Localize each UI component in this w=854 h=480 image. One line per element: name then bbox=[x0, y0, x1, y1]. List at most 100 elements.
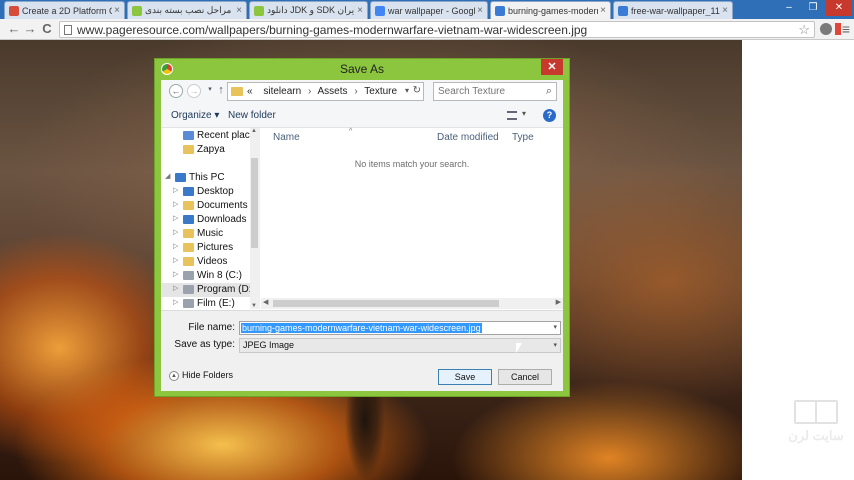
nav-item[interactable]: Recent places bbox=[161, 129, 257, 143]
scroll-right-icon[interactable]: ▶ bbox=[556, 298, 561, 306]
expand-arrow-icon[interactable]: ▷ bbox=[173, 228, 178, 236]
breadcrumb-separator[interactable]: › bbox=[308, 86, 311, 97]
expand-arrow-icon[interactable]: ▷ bbox=[173, 284, 178, 292]
save-type-dropdown-icon[interactable]: ▾ bbox=[553, 341, 557, 349]
file-list[interactable]: Name ^ Date modified Type No items match… bbox=[261, 128, 563, 298]
breadcrumb-assets[interactable]: Assets bbox=[318, 86, 348, 97]
tab-title[interactable]: دانلود JDK و SDK برای ایران bbox=[267, 5, 355, 16]
menu-icon[interactable]: ≡ bbox=[838, 21, 854, 37]
browser-tab[interactable]: burning-games-modernw × bbox=[490, 1, 611, 19]
nav-item-label[interactable]: Documents bbox=[197, 200, 248, 211]
save-type-select[interactable]: JPEG Image ▾ bbox=[239, 338, 561, 353]
nav-item-label[interactable]: This PC bbox=[189, 172, 225, 183]
address-url[interactable]: www.pageresource.com/wallpapers/burning-… bbox=[77, 23, 587, 37]
save-type-value[interactable]: JPEG Image bbox=[243, 340, 294, 350]
file-name-input[interactable]: burning-games-modernwarfare-vietnam-war-… bbox=[239, 321, 561, 335]
nav-item[interactable]: ▷ Program (D:) bbox=[161, 283, 257, 297]
tab-close-icon[interactable]: × bbox=[357, 5, 363, 16]
breadcrumb-overflow[interactable]: « bbox=[247, 86, 253, 97]
search-icon[interactable]: ⌕ bbox=[546, 85, 552, 98]
expand-arrow-icon[interactable]: ▷ bbox=[173, 200, 178, 208]
tab-close-icon[interactable]: × bbox=[114, 5, 120, 16]
save-button[interactable]: Save bbox=[438, 369, 492, 385]
view-options-icon[interactable] bbox=[507, 111, 517, 120]
navigation-scrollbar[interactable]: ▲ ▼ bbox=[250, 128, 260, 309]
window-close-button[interactable]: ✕ bbox=[826, 0, 852, 16]
file-name-value[interactable]: burning-games-modernwarfare-vietnam-war-… bbox=[241, 323, 482, 333]
scroll-down-icon[interactable]: ▼ bbox=[251, 303, 257, 309]
nav-item[interactable]: ▷ Film (E:) bbox=[161, 297, 257, 309]
search-input[interactable] bbox=[438, 86, 538, 97]
expand-arrow-icon[interactable]: ▷ bbox=[173, 256, 178, 264]
address-bar[interactable]: www.pageresource.com/wallpapers/burning-… bbox=[59, 21, 815, 38]
nav-item-label[interactable]: Desktop bbox=[197, 186, 234, 197]
expand-arrow-icon[interactable]: ▷ bbox=[173, 298, 178, 306]
nav-item[interactable]: ▷ Downloads bbox=[161, 213, 257, 227]
nav-item[interactable]: ◢ This PC bbox=[161, 171, 257, 185]
nav-item-label[interactable]: Music bbox=[197, 228, 223, 239]
view-dropdown-icon[interactable]: ▾ bbox=[522, 109, 526, 118]
browser-tab[interactable]: free-war-wallpaper_11228× bbox=[613, 1, 733, 19]
help-icon[interactable]: ? bbox=[543, 109, 556, 122]
expand-arrow-icon[interactable]: ▷ bbox=[173, 242, 178, 250]
hide-folders-toggle[interactable]: ▲ Hide Folders bbox=[169, 370, 233, 384]
nav-item[interactable]: ▷ Pictures bbox=[161, 241, 257, 255]
dialog-address-bar[interactable]: « sitelearn › Assets › Texture ▾ ↻ bbox=[227, 82, 424, 101]
bookmark-star-icon[interactable]: ☆ bbox=[798, 22, 810, 38]
nav-item-label[interactable]: Win 8 (C:) bbox=[197, 270, 242, 281]
tab-title[interactable]: free-war-wallpaper_11228 bbox=[631, 6, 720, 16]
collapse-icon[interactable]: ▲ bbox=[169, 370, 179, 381]
file-list-hscrollbar[interactable]: ◀ ▶ bbox=[261, 298, 563, 309]
column-date-modified[interactable]: Date modified bbox=[437, 132, 499, 143]
tab-close-icon[interactable]: × bbox=[477, 5, 483, 16]
tab-close-icon[interactable]: × bbox=[600, 5, 606, 16]
reload-button[interactable]: C bbox=[39, 21, 55, 37]
nav-item-label[interactable]: Program (D:) bbox=[197, 284, 255, 295]
expand-arrow-icon[interactable]: ▷ bbox=[173, 270, 178, 278]
forward-button[interactable]: → bbox=[22, 21, 38, 37]
nav-item-label[interactable]: Downloads bbox=[197, 214, 246, 225]
nav-item[interactable]: ▷ Videos bbox=[161, 255, 257, 269]
browser-tab[interactable]: مراحل نصب بسته بندی sdk× bbox=[127, 1, 247, 19]
scroll-thumb[interactable] bbox=[251, 158, 258, 248]
back-button[interactable]: ← bbox=[6, 21, 22, 37]
new-folder-button[interactable]: New folder bbox=[228, 110, 276, 121]
search-box[interactable]: ⌕ bbox=[433, 82, 557, 101]
nav-item[interactable]: ▷ Desktop bbox=[161, 185, 257, 199]
nav-item-label[interactable]: Recent places bbox=[197, 130, 257, 141]
organize-menu[interactable]: Organize ▾ bbox=[171, 110, 219, 121]
address-dropdown-icon[interactable]: ▾ bbox=[405, 86, 409, 95]
dialog-close-button[interactable]: ✕ bbox=[541, 59, 563, 75]
maximize-button[interactable]: ❐ bbox=[802, 0, 824, 16]
tab-title[interactable]: مراحل نصب بسته بندی sdk bbox=[145, 5, 234, 16]
tab-close-icon[interactable]: × bbox=[236, 5, 242, 16]
scroll-up-icon[interactable]: ▲ bbox=[251, 128, 257, 134]
up-folder-button[interactable]: ↑ bbox=[214, 84, 228, 98]
expand-arrow-icon[interactable]: ▷ bbox=[173, 186, 178, 194]
extension-icon[interactable] bbox=[820, 23, 832, 35]
browser-tab[interactable]: Create a 2D Platform Gam× bbox=[4, 1, 125, 19]
column-type[interactable]: Type bbox=[512, 132, 534, 143]
browser-tab[interactable]: war wallpaper - Google Se× bbox=[370, 1, 488, 19]
dialog-back-button[interactable]: ← bbox=[169, 84, 183, 98]
breadcrumb-sitelearn[interactable]: sitelearn bbox=[263, 86, 301, 97]
dialog-titlebar[interactable]: Save As ✕ bbox=[155, 59, 569, 79]
nav-item-label[interactable]: Videos bbox=[197, 256, 227, 267]
refresh-icon[interactable]: ↻ bbox=[413, 85, 421, 96]
expand-arrow-icon[interactable]: ◢ bbox=[165, 172, 170, 180]
nav-item[interactable]: ▷ Documents bbox=[161, 199, 257, 213]
scroll-left-icon[interactable]: ◀ bbox=[263, 298, 268, 306]
tab-title[interactable]: Create a 2D Platform Gam bbox=[22, 6, 112, 16]
breadcrumb-separator[interactable]: › bbox=[354, 86, 357, 97]
dialog-forward-button[interactable]: → bbox=[187, 84, 201, 98]
nav-item-label[interactable]: Zapya bbox=[197, 144, 225, 155]
cancel-button[interactable]: Cancel bbox=[498, 369, 552, 385]
browser-tab[interactable]: دانلود JDK و SDK برای ایران× bbox=[249, 1, 368, 19]
nav-item[interactable]: Zapya bbox=[161, 143, 257, 157]
breadcrumb-texture[interactable]: Texture bbox=[364, 86, 397, 97]
nav-item-label[interactable]: Film (E:) bbox=[197, 298, 235, 309]
hscroll-thumb[interactable] bbox=[273, 300, 499, 307]
column-name[interactable]: Name bbox=[273, 132, 300, 143]
file-name-dropdown-icon[interactable]: ▾ bbox=[553, 323, 557, 331]
breadcrumb[interactable]: « sitelearn › Assets › Texture bbox=[247, 86, 397, 97]
